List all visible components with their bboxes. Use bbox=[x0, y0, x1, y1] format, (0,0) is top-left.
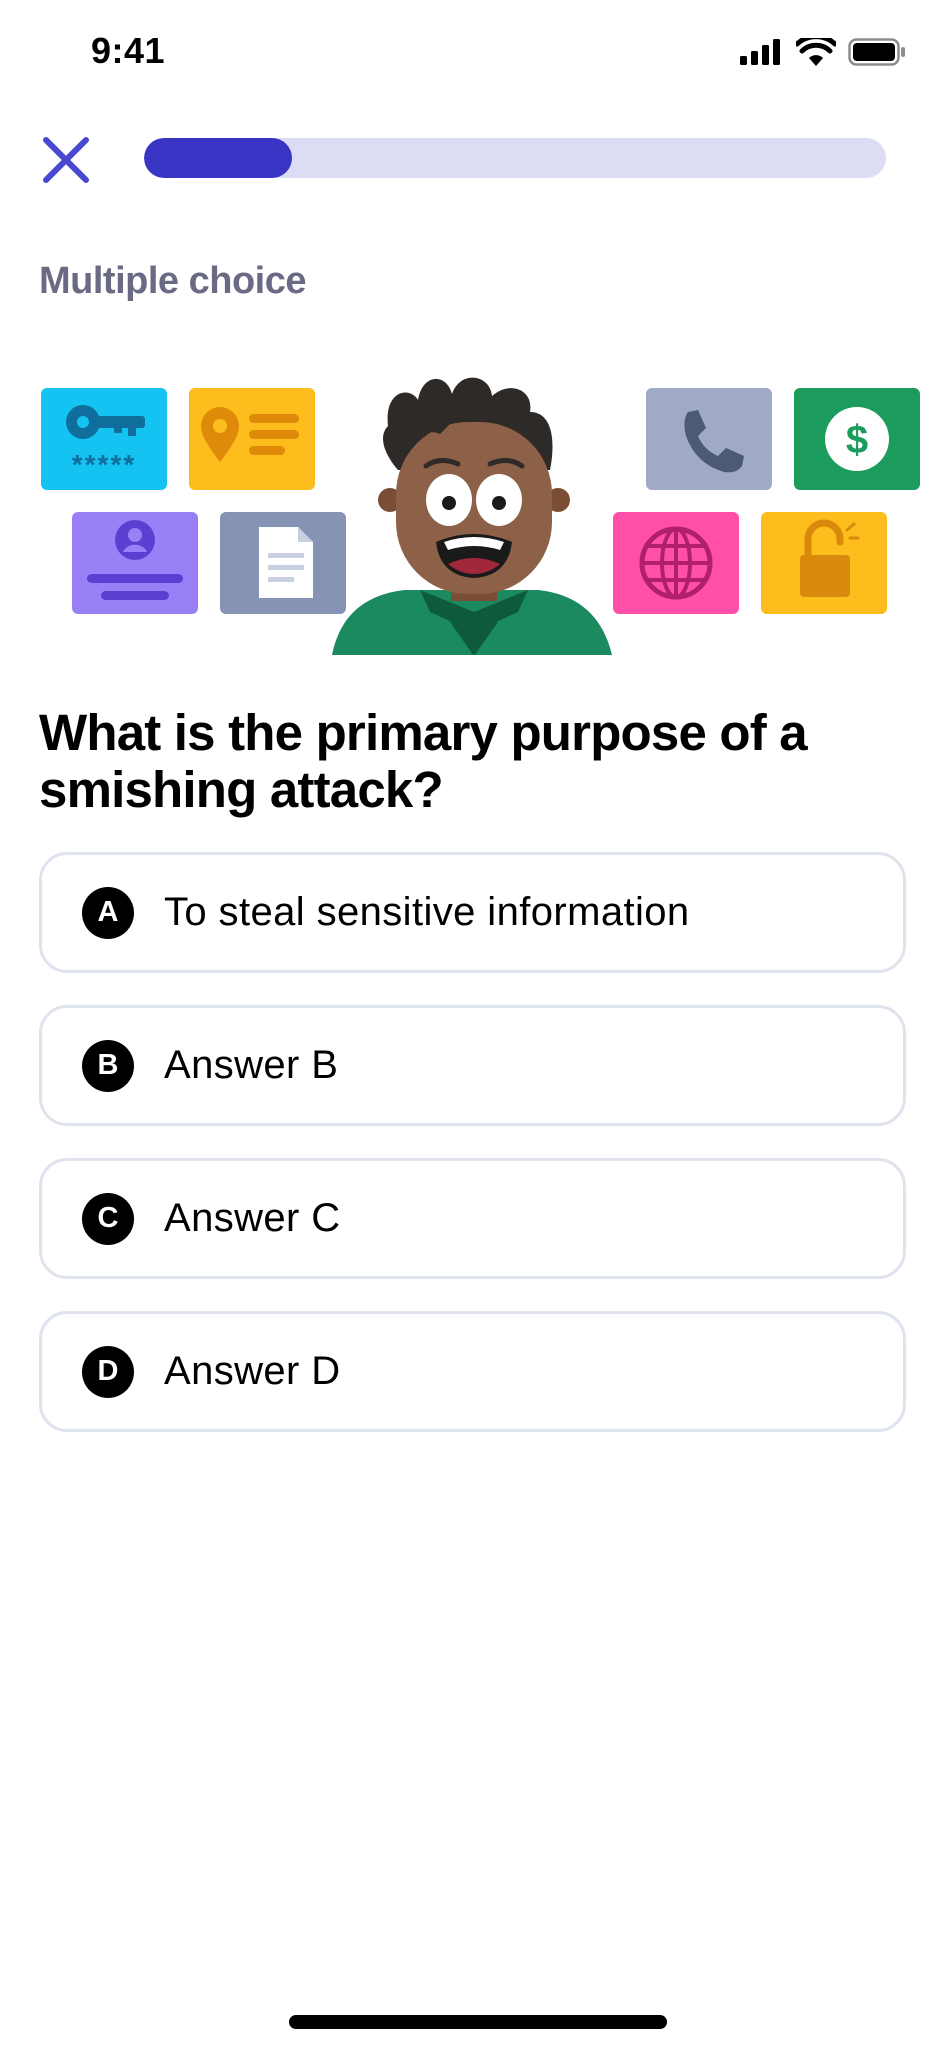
answer-letter-badge: D bbox=[82, 1345, 134, 1398]
answer-text: Answer B bbox=[164, 1043, 339, 1087]
answer-option-c[interactable]: C Answer C bbox=[39, 1158, 906, 1279]
dollar-icon: $ bbox=[794, 388, 920, 490]
wifi-icon bbox=[796, 38, 836, 66]
id-card-icon bbox=[72, 512, 198, 614]
cellular-signal-icon bbox=[740, 39, 780, 65]
answer-text: Answer D bbox=[164, 1349, 341, 1393]
section-label: Multiple choice bbox=[39, 260, 306, 302]
password-mask-text: ***** bbox=[72, 449, 136, 480]
close-icon bbox=[43, 137, 89, 183]
answer-letter-badge: B bbox=[82, 1039, 134, 1092]
home-indicator bbox=[289, 2015, 667, 2029]
unlocked-padlock-icon bbox=[761, 512, 887, 614]
dollar-sign-text: $ bbox=[846, 418, 868, 462]
key-icon: ***** bbox=[41, 388, 167, 490]
smishing-illustration: ***** $ bbox=[41, 377, 920, 655]
answer-text: Answer C bbox=[164, 1196, 341, 1240]
location-pin-icon bbox=[189, 388, 315, 490]
answer-letter-badge: A bbox=[82, 886, 134, 939]
answer-text: To steal sensitive information bbox=[164, 890, 690, 934]
progress-fill bbox=[144, 138, 293, 178]
battery-icon bbox=[848, 38, 905, 66]
answer-list: A To steal sensitive information B Answe… bbox=[39, 852, 906, 1464]
answer-option-d[interactable]: D Answer D bbox=[39, 1311, 906, 1432]
answer-option-b[interactable]: B Answer B bbox=[39, 1005, 906, 1126]
character-illustration bbox=[332, 377, 612, 655]
progress-bar bbox=[144, 138, 886, 178]
globe-icon bbox=[613, 512, 739, 614]
answer-option-a[interactable]: A To steal sensitive information bbox=[39, 852, 906, 973]
status-icons bbox=[740, 38, 906, 66]
phone-icon bbox=[646, 388, 772, 490]
question-text: What is the primary purpose of a smishin… bbox=[39, 704, 808, 818]
status-time: 9:41 bbox=[91, 30, 166, 71]
status-bar: 9:41 bbox=[0, 0, 945, 110]
document-icon bbox=[220, 512, 346, 614]
answer-letter-badge: C bbox=[82, 1192, 134, 1245]
close-button[interactable] bbox=[38, 132, 94, 188]
